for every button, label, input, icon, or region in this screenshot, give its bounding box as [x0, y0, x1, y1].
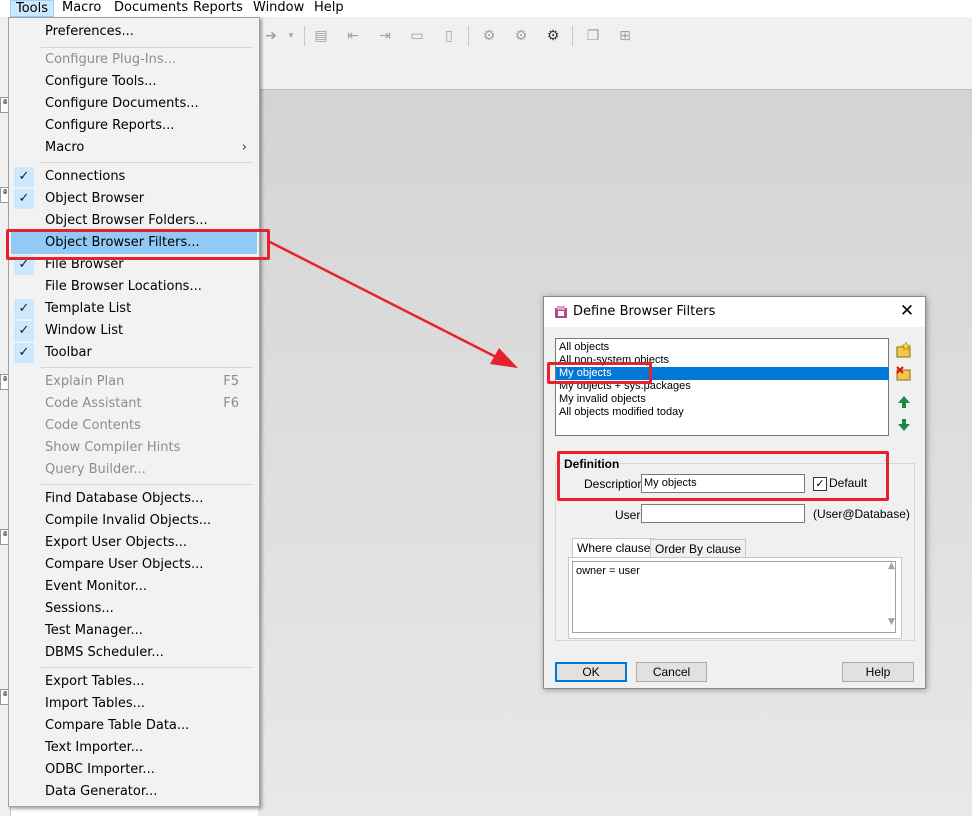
page-icon[interactable]: ▯: [440, 27, 458, 45]
menu-item-find-database-objects[interactable]: Find Database Objects...: [11, 488, 257, 510]
menu-item-sessions[interactable]: Sessions...: [11, 598, 257, 620]
menu-item-explain-plan: Explain Plan F5: [45, 374, 239, 389]
checkmark-icon: ✓: [14, 167, 34, 187]
toolbar-divider: [572, 26, 573, 46]
filter-list-item[interactable]: All objects: [556, 341, 889, 354]
menu-item-event-monitor[interactable]: Event Monitor...: [11, 576, 257, 598]
user-hint: (User@Database): [813, 507, 910, 521]
menu-window[interactable]: Window: [248, 0, 309, 17]
filter-list[interactable]: All objects All non-system objects My ob…: [555, 338, 889, 436]
menu-separator: [41, 667, 253, 668]
menu-item-preferences[interactable]: Preferences...: [11, 21, 257, 43]
indent-icon[interactable]: ⇤: [344, 27, 362, 45]
menu-separator: [41, 47, 253, 48]
ok-button[interactable]: OK: [555, 662, 627, 682]
menu-item-text-importer[interactable]: Text Importer...: [11, 737, 257, 759]
where-clause-textarea[interactable]: owner = user: [572, 561, 896, 633]
checkmark-icon: ✓: [14, 343, 34, 363]
menu-help[interactable]: Help: [309, 0, 349, 17]
menu-item-macro[interactable]: Macro ›: [11, 137, 257, 159]
highlight-box-definition: [557, 451, 889, 501]
menu-reports[interactable]: Reports: [188, 0, 248, 17]
textarea-scrollbar[interactable]: ▲ ▼: [886, 559, 900, 629]
dropdown-arrow-icon[interactable]: ▾: [282, 27, 300, 45]
scroll-down-icon[interactable]: ▼: [888, 617, 895, 627]
menu-item-compare-table-data[interactable]: Compare Table Data...: [11, 715, 257, 737]
menu-item-toolbar[interactable]: ✓ Toolbar: [11, 342, 257, 364]
menu-item-configure-plugins: Configure Plug-Ins...: [45, 52, 177, 67]
dialog-titlebar[interactable]: Define Browser Filters ✕: [544, 297, 925, 327]
menu-separator: [41, 162, 253, 163]
menu-item-code-assistant: Code Assistant F6: [45, 396, 239, 411]
tools-menu: Preferences... Configure Plug-Ins... Con…: [8, 17, 260, 807]
menu-documents[interactable]: Documents: [109, 0, 193, 17]
scroll-up-icon[interactable]: ▲: [888, 561, 895, 571]
menu-item-object-browser[interactable]: ✓ Object Browser: [11, 188, 257, 210]
close-icon[interactable]: ✕: [897, 301, 917, 321]
menu-item-window-list[interactable]: ✓ Window List: [11, 320, 257, 342]
filter-app-icon: [555, 306, 567, 318]
debug-step-icon[interactable]: ⚙: [512, 27, 530, 45]
menu-item-configure-tools[interactable]: Configure Tools...: [11, 71, 257, 93]
unindent-icon[interactable]: ⇥: [376, 27, 394, 45]
toolbar-secondary: [258, 57, 972, 90]
menu-item-compare-user-objects[interactable]: Compare User Objects...: [11, 554, 257, 576]
menu-item-export-tables[interactable]: Export Tables...: [11, 671, 257, 693]
highlight-box-menu-item: [6, 229, 270, 260]
dialog-title: Define Browser Filters: [573, 304, 716, 319]
menu-item-data-generator[interactable]: Data Generator...: [11, 781, 257, 803]
toolbar-divider: [468, 26, 469, 46]
highlight-box-list-item: [547, 362, 652, 384]
checkmark-icon: ✓: [14, 299, 34, 319]
tab-order-by-clause[interactable]: Order By clause: [650, 539, 747, 559]
user-label: User: [615, 508, 641, 522]
filter-list-item[interactable]: My invalid objects: [556, 393, 889, 406]
menu-item-configure-reports[interactable]: Configure Reports...: [11, 115, 257, 137]
debug-icon[interactable]: ⚙: [480, 27, 498, 45]
menu-separator: [41, 367, 253, 368]
menu-item-query-builder: Query Builder...: [45, 462, 146, 477]
checkmark-icon: ✓: [14, 321, 34, 341]
move-down-icon[interactable]: [894, 415, 914, 435]
help-button[interactable]: Help: [842, 662, 914, 682]
menu-item-test-manager[interactable]: Test Manager...: [11, 620, 257, 642]
menu-item-code-contents: Code Contents: [45, 418, 141, 433]
delete-filter-icon[interactable]: [894, 363, 914, 383]
menu-item-file-browser-locations[interactable]: File Browser Locations...: [11, 276, 257, 298]
user-field[interactable]: [641, 504, 805, 523]
chevron-right-icon: ›: [241, 140, 247, 155]
menu-item-template-list[interactable]: ✓ Template List: [11, 298, 257, 320]
new-filter-icon[interactable]: [894, 340, 914, 360]
document-icon[interactable]: ▤: [312, 27, 330, 45]
menu-item-configure-documents[interactable]: Configure Documents...: [11, 93, 257, 115]
toolbar: ➔ ▾ ▤ ⇤ ⇥ ▭ ▯ ⚙ ⚙ ⚙ ❐ ⊞: [258, 17, 972, 57]
menu-item-compile-invalid-objects[interactable]: Compile Invalid Objects...: [11, 510, 257, 532]
tab-where-clause[interactable]: Where clause: [572, 538, 656, 559]
clause-panel: owner = user ▲ ▼: [568, 557, 902, 639]
menu-separator: [41, 484, 253, 485]
toolbar-divider: [304, 26, 305, 46]
menu-item-dbms-scheduler[interactable]: DBMS Scheduler...: [11, 642, 257, 664]
windows-icon[interactable]: ❐: [584, 27, 602, 45]
menu-tools[interactable]: Tools: [10, 0, 55, 17]
debug-run-icon[interactable]: ⚙: [544, 27, 562, 45]
filter-list-item[interactable]: All objects modified today: [556, 406, 889, 419]
checkmark-icon: ✓: [14, 189, 34, 209]
menu-bar: Tools Macro Documents Reports Window Hel…: [0, 0, 972, 18]
menu-item-odbc-importer[interactable]: ODBC Importer...: [11, 759, 257, 781]
run-icon[interactable]: ➔: [262, 27, 280, 45]
menu-item-connections[interactable]: ✓ Connections: [11, 166, 257, 188]
menu-item-import-tables[interactable]: Import Tables...: [11, 693, 257, 715]
menu-macro[interactable]: Macro: [57, 0, 106, 17]
move-up-icon[interactable]: [894, 392, 914, 412]
export-icon[interactable]: ▭: [408, 27, 426, 45]
menu-item-show-compiler-hints: Show Compiler Hints: [45, 440, 181, 455]
menu-item-export-user-objects[interactable]: Export User Objects...: [11, 532, 257, 554]
tile-icon[interactable]: ⊞: [616, 27, 634, 45]
cancel-button[interactable]: Cancel: [636, 662, 707, 682]
